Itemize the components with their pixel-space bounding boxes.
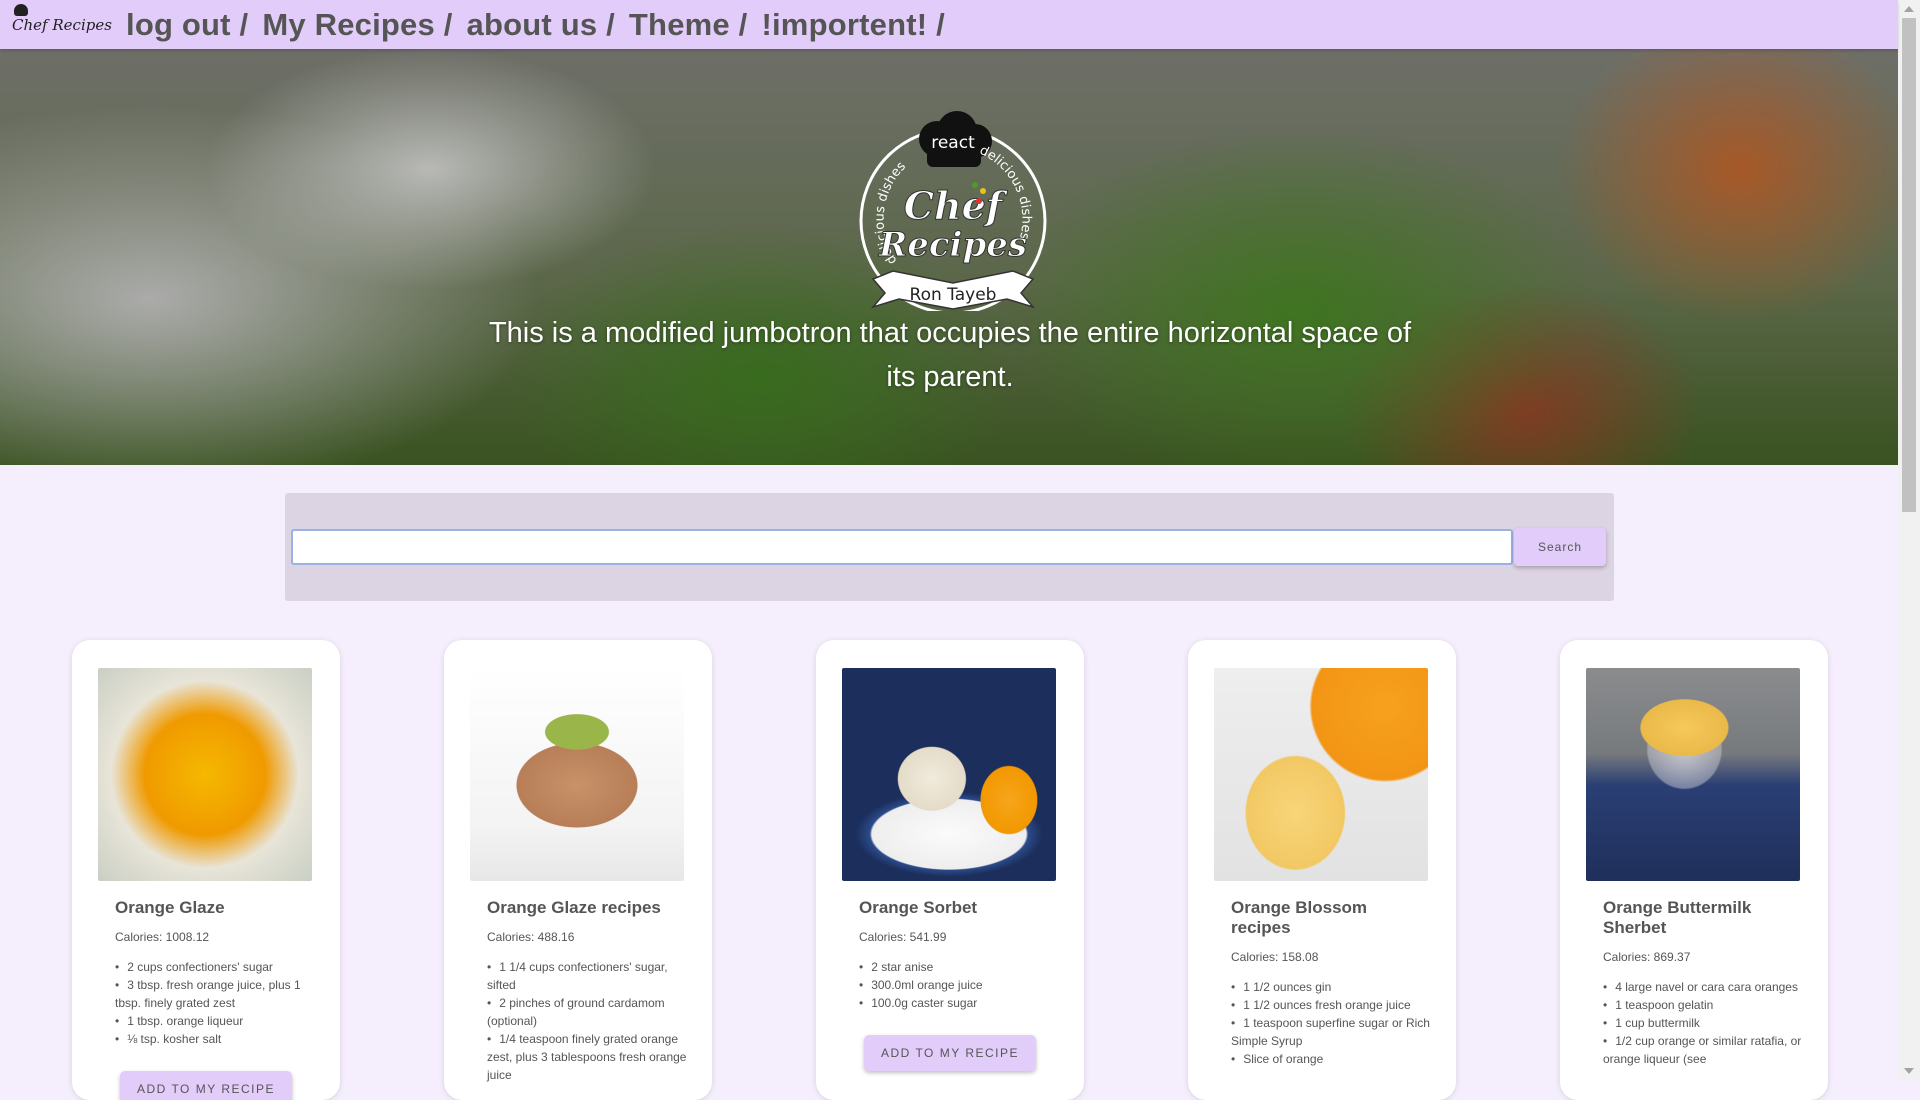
search-input[interactable] bbox=[291, 529, 1513, 565]
sorbet-image[interactable] bbox=[842, 668, 1056, 881]
recipe-title[interactable]: Orange Sorbet bbox=[859, 898, 1059, 918]
recipe-card: Orange Buttermilk Sherbet Calories: 869.… bbox=[1560, 640, 1828, 1100]
scrollbar-thumb[interactable] bbox=[1902, 18, 1916, 512]
chef-recipes-badge: react delicious dishes delicious dishes … bbox=[859, 111, 1047, 311]
recipe-ingredients: 1 1/2 ounces gin 1 1/2 ounces fresh oran… bbox=[1231, 978, 1431, 1068]
badge-top-text: react bbox=[931, 133, 975, 153]
ingredient-item: 1 1/2 ounces fresh orange juice bbox=[1231, 996, 1431, 1014]
ingredient-item: 2 star anise bbox=[859, 958, 1059, 976]
cocktail-image[interactable] bbox=[1214, 668, 1428, 881]
nav-link-logout[interactable]: log out / bbox=[126, 7, 248, 43]
badge-ribbon-text: Ron Tayeb bbox=[910, 285, 997, 305]
recipe-title[interactable]: Orange Glaze recipes bbox=[487, 898, 687, 918]
bundt-cake-image[interactable] bbox=[470, 668, 684, 881]
ingredient-item: 4 large navel or cara cara oranges bbox=[1603, 978, 1803, 996]
scroll-up-icon[interactable] bbox=[1904, 6, 1914, 12]
top-navbar: Chef Recipes log out / My Recipes / abou… bbox=[0, 0, 1898, 49]
search-panel: Search bbox=[285, 493, 1614, 601]
brand-logo[interactable]: Chef Recipes bbox=[12, 2, 112, 47]
nav-link-about-us[interactable]: about us / bbox=[467, 7, 615, 43]
sherbet-glass-image[interactable] bbox=[1586, 668, 1800, 881]
ingredient-item: 1 cup buttermilk bbox=[1603, 1014, 1803, 1032]
recipe-ingredients: 1 1/4 cups confectioners' sugar, sifted … bbox=[487, 958, 687, 1084]
add-to-my-recipe-button[interactable]: ADD TO MY RECIPE bbox=[864, 1035, 1036, 1071]
page-scrollbar[interactable] bbox=[1898, 0, 1920, 1080]
nav-link-my-recipes[interactable]: My Recipes / bbox=[262, 7, 452, 43]
recipe-title[interactable]: Orange Glaze bbox=[115, 898, 315, 918]
brand-logo-text: Chef Recipes bbox=[12, 15, 112, 34]
ingredient-item: 2 pinches of ground cardamom (optional) bbox=[487, 994, 687, 1030]
search-button[interactable]: Search bbox=[1514, 528, 1606, 566]
recipe-ingredients: 2 star anise 300.0ml orange juice 100.0g… bbox=[859, 958, 1059, 1012]
ingredient-item: 3 tbsp. fresh orange juice, plus 1 tbsp.… bbox=[115, 976, 315, 1012]
ingredient-item: 2 cups confectioners' sugar bbox=[115, 958, 315, 976]
ingredient-item: 1 1/2 ounces gin bbox=[1231, 978, 1431, 996]
jumbotron: react delicious dishes delicious dishes … bbox=[0, 49, 1898, 465]
badge-title-line1: Chef bbox=[904, 183, 1008, 228]
badge-title-line2: Recipes bbox=[878, 225, 1027, 265]
ingredient-item: 1/2 cup orange or similar ratafia, or or… bbox=[1603, 1032, 1803, 1068]
nav-link-important[interactable]: !importent! / bbox=[761, 7, 944, 43]
ingredient-item: 1 tbsp. orange liqueur bbox=[115, 1012, 315, 1030]
scroll-down-icon[interactable] bbox=[1904, 1068, 1914, 1074]
recipe-ingredients: 2 cups confectioners' sugar 3 tbsp. fres… bbox=[115, 958, 315, 1048]
ingredient-item: ⅛ tsp. kosher salt bbox=[115, 1030, 315, 1048]
add-to-my-recipe-button[interactable]: ADD TO MY RECIPE bbox=[120, 1071, 292, 1100]
recipe-calories: Calories: 541.99 bbox=[859, 930, 947, 944]
recipe-title[interactable]: Orange Buttermilk Sherbet bbox=[1603, 898, 1803, 938]
chef-hat-icon bbox=[14, 4, 28, 16]
recipe-calories: Calories: 1008.12 bbox=[115, 930, 210, 944]
recipe-ingredients: 4 large navel or cara cara oranges 1 tea… bbox=[1603, 978, 1803, 1068]
recipe-calories: Calories: 158.08 bbox=[1231, 950, 1319, 964]
jumbotron-text: This is a modified jumbotron that occupi… bbox=[488, 317, 1412, 393]
ingredient-item: 1/4 teaspoon finely grated orange zest, … bbox=[487, 1030, 687, 1084]
orange-glaze-image[interactable] bbox=[98, 668, 312, 881]
recipe-card: Orange Blossom recipes Calories: 158.08 … bbox=[1188, 640, 1456, 1100]
ingredient-item: 100.0g caster sugar bbox=[859, 994, 1059, 1012]
nav-link-theme[interactable]: Theme / bbox=[629, 7, 748, 43]
ingredient-item: 300.0ml orange juice bbox=[859, 976, 1059, 994]
ingredient-item: 1 teaspoon superfine sugar or Rich Simpl… bbox=[1231, 1014, 1431, 1050]
ingredient-item: Slice of orange bbox=[1231, 1050, 1431, 1068]
recipe-title[interactable]: Orange Blossom recipes bbox=[1231, 898, 1431, 938]
ingredient-item: 1 teaspoon gelatin bbox=[1603, 996, 1803, 1014]
recipe-calories: Calories: 869.37 bbox=[1603, 950, 1691, 964]
recipe-card: Orange Glaze Calories: 1008.12 2 cups co… bbox=[72, 640, 340, 1100]
recipe-calories: Calories: 488.16 bbox=[487, 930, 575, 944]
recipe-card: Orange Glaze recipes Calories: 488.16 1 … bbox=[444, 640, 712, 1100]
ingredient-item: 1 1/4 cups confectioners' sugar, sifted bbox=[487, 958, 687, 994]
recipe-card: Orange Sorbet Calories: 541.99 2 star an… bbox=[816, 640, 1084, 1100]
